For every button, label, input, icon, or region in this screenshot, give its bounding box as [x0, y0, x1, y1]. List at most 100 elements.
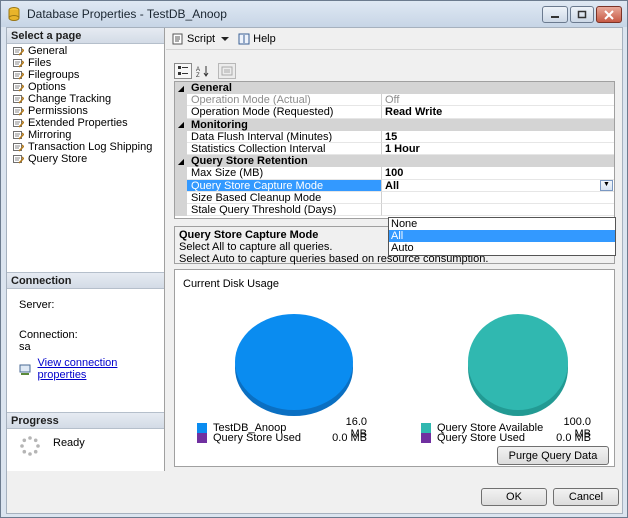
page-item[interactable]: General: [7, 45, 164, 57]
property-value[interactable]: 15: [382, 131, 614, 143]
property-grid: ◢ General Operation Mode (Actual) Off Operat…: [174, 81, 615, 219]
page-item[interactable]: Options: [7, 81, 164, 93]
property-value[interactable]: Read Write: [382, 106, 614, 119]
collapse-triangle-icon[interactable]: ◢: [175, 118, 187, 131]
page-item[interactable]: Files: [7, 57, 164, 69]
categorized-icon: [178, 66, 188, 75]
purge-query-data-button[interactable]: Purge Query Data: [497, 446, 609, 465]
property-row[interactable]: Size Based Cleanup Mode: [175, 191, 614, 204]
capture-mode-select[interactable]: All ▼: [382, 179, 614, 192]
script-icon: [172, 33, 183, 44]
property-gutter: [175, 142, 187, 156]
property-value[interactable]: 100: [382, 167, 614, 180]
view-connection-link[interactable]: View connection properties: [38, 357, 164, 381]
property-row[interactable]: Data Flush Interval (Minutes) 15: [175, 130, 614, 143]
maximize-icon: [577, 10, 587, 19]
server-label: Server:: [19, 299, 55, 311]
maximize-button[interactable]: [570, 6, 594, 23]
help-icon: [238, 33, 250, 44]
dropdown-option[interactable]: None: [389, 218, 615, 230]
property-value-text: Off: [385, 94, 400, 107]
property-name: Operation Mode (Requested): [187, 106, 382, 119]
categorized-view-button[interactable]: [174, 63, 192, 79]
right-pane: Script Help A Z ◢ General Operation Mode…: [166, 28, 622, 471]
legend-label: Query Store Used: [437, 432, 526, 444]
minimize-icon: [551, 15, 559, 18]
property-value-text: 100: [385, 167, 404, 180]
property-row[interactable]: Operation Mode (Actual) Off: [175, 94, 614, 107]
database-properties-window: Database Properties - TestDB_Anoop Selec…: [0, 0, 628, 518]
property-category-name: Query Store Retention: [191, 155, 308, 168]
page-item[interactable]: Query Store: [7, 153, 164, 165]
page-item-label: Transaction Log Shipping: [28, 141, 153, 153]
page-item[interactable]: Filegroups: [7, 69, 164, 81]
property-category-row[interactable]: ◢ Monitoring: [175, 118, 614, 131]
wrench-page-icon: [13, 95, 24, 104]
property-gutter: [175, 94, 187, 107]
property-row[interactable]: Query Store Capture Mode All ▼: [175, 179, 614, 192]
dropdown-arrow-icon[interactable]: [220, 35, 230, 43]
wrench-page-icon: [13, 83, 24, 92]
dropdown-option[interactable]: All: [389, 230, 615, 242]
disk-usage-panel: Current Disk Usage TestDB_Anoop 16.0 MB Qu…: [174, 269, 615, 467]
view-connection-properties[interactable]: View connection properties: [19, 357, 164, 381]
progress-section: Progress Ready: [7, 412, 164, 471]
ok-button[interactable]: OK: [481, 488, 547, 506]
page-item[interactable]: Extended Properties: [7, 117, 164, 129]
page-item[interactable]: Transaction Log Shipping: [7, 141, 164, 153]
database-size-pie-chart: [235, 314, 353, 416]
connection-section: Connection Server: Connection: sa View c…: [7, 272, 164, 408]
property-row[interactable]: Statistics Collection Interval 1 Hour: [175, 142, 614, 156]
page-item-label: General: [28, 45, 68, 57]
script-button[interactable]: Script: [172, 33, 230, 45]
dropdown-option[interactable]: Auto: [389, 242, 615, 254]
connection-value: sa: [19, 341, 31, 353]
property-gutter: [175, 167, 187, 180]
page-list: General Files Filegroups Options Change Trac…: [7, 44, 164, 165]
script-label: Script: [187, 32, 216, 45]
wrench-page-icon: [13, 59, 24, 68]
legend-entry: Query Store Used 0.0 MB: [197, 432, 367, 444]
alphabetical-view-button[interactable]: A Z: [194, 63, 212, 79]
property-name: Data Flush Interval (Minutes): [187, 130, 382, 143]
connection-header: Connection: [7, 273, 164, 289]
page-item[interactable]: Change Tracking: [7, 93, 164, 105]
wrench-page-icon: [13, 155, 24, 164]
page-item-label: Options: [28, 81, 66, 93]
page-item-label: Files: [28, 57, 52, 69]
page-item-label: Mirroring: [28, 129, 72, 141]
page-item[interactable]: Permissions: [7, 105, 164, 117]
cancel-button[interactable]: Cancel: [553, 488, 619, 506]
property-value-text: All: [385, 179, 400, 192]
property-category-row[interactable]: ◢ Query Store Retention: [175, 155, 614, 168]
page-item-label: Query Store: [28, 153, 88, 165]
disk-usage-title: Current Disk Usage: [183, 278, 279, 290]
property-value[interactable]: 1 Hour: [382, 143, 614, 156]
help-button[interactable]: Help: [238, 33, 276, 45]
property-gutter: [175, 203, 187, 217]
wrench-page-icon: [13, 47, 24, 56]
collapse-triangle-icon[interactable]: ◢: [175, 155, 187, 168]
property-value-text: Read Write: [385, 106, 443, 119]
property-gutter: [175, 179, 187, 192]
database-pie-slice: [235, 314, 353, 410]
property-row[interactable]: Stale Query Threshold (Days): [175, 203, 614, 217]
title-bar: Database Properties - TestDB_Anoop: [1, 1, 627, 27]
property-pages-button[interactable]: [218, 63, 236, 79]
property-category-row[interactable]: ◢ General: [175, 82, 614, 95]
database-icon: [8, 7, 20, 21]
page-item-label: Filegroups: [28, 69, 80, 81]
query-store-pie-chart: [468, 314, 568, 416]
property-value[interactable]: [382, 192, 614, 204]
progress-status: Ready: [53, 437, 85, 449]
page-item[interactable]: Mirroring: [7, 129, 164, 141]
property-row[interactable]: Max Size (MB) 100: [175, 167, 614, 180]
collapse-triangle-icon[interactable]: ◢: [175, 82, 187, 95]
close-button[interactable]: [596, 6, 622, 23]
property-value[interactable]: [382, 204, 614, 217]
minimize-button[interactable]: [542, 6, 568, 23]
dropdown-arrow-icon[interactable]: ▼: [600, 179, 613, 191]
property-name: Size Based Cleanup Mode: [187, 191, 382, 204]
page-item-label: Permissions: [28, 105, 88, 117]
property-row[interactable]: Operation Mode (Requested) Read Write: [175, 106, 614, 119]
